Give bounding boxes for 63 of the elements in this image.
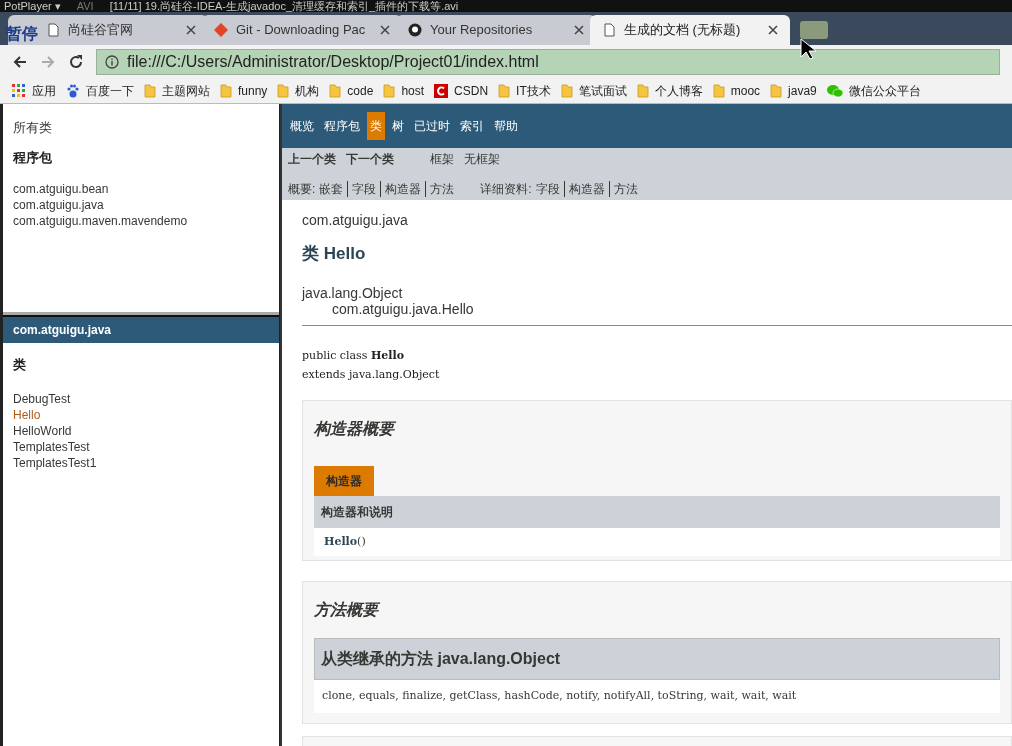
subnav-link[interactable]: 下一个类 — [346, 150, 394, 168]
nav-tab[interactable]: 索引 — [457, 112, 487, 140]
bookmark-item[interactable]: funny — [220, 81, 268, 100]
hierarchy-item: com.atguigu.java.Hello — [332, 300, 475, 317]
section-heading: 构造器概要 — [314, 418, 397, 439]
bookmark-item[interactable]: code — [329, 81, 374, 100]
nav-tab[interactable]: 程序包 — [321, 112, 363, 140]
browser-tab[interactable]: 生成的文档 (无标题) — [590, 15, 790, 45]
declaration-line: public class Hello — [302, 347, 405, 364]
subnav-link[interactable]: 框架 — [430, 150, 454, 168]
subnav-link[interactable]: 上一个类 — [288, 150, 336, 168]
nav-tab[interactable]: 已过时 — [411, 112, 453, 140]
bookmark-item[interactable]: 笔试面试 — [560, 81, 627, 100]
subnav-link[interactable]: 无框架 — [464, 150, 500, 168]
declaration-line: extends java.lang.Object — [302, 366, 441, 383]
section-heading: 类 — [12, 356, 27, 374]
app-name: PotPlayer ▾ — [4, 0, 61, 12]
constructor-link[interactable]: Hello — [324, 534, 358, 548]
bookmark-item[interactable]: mooc — [712, 81, 761, 100]
bookmark-item[interactable]: IT技术 — [498, 81, 551, 100]
parameter-list: () — [357, 534, 366, 548]
frame-title: com.atguigu.java — [3, 315, 279, 343]
section-heading: 程序包 — [13, 148, 53, 167]
class-link[interactable]: DebugTest — [3, 390, 279, 407]
subnav-link[interactable]: 字段 — [352, 180, 377, 198]
subnav-label: 详细资料: — [480, 181, 532, 198]
subnav-link[interactable]: 嵌套 — [319, 180, 344, 198]
bookmark-item[interactable]: 主题网站 — [144, 81, 210, 100]
format-label: AVI — [76, 0, 94, 12]
subnav-link[interactable]: 构造器 — [568, 180, 605, 198]
column-header: 构造器和说明 — [314, 495, 1000, 528]
bookmark-item[interactable]: 百度一下 — [66, 81, 134, 100]
inherited-methods-list: clone, equals, finalize, getClass, hashCode, notify, notifyAll, toString, wait, wait, wait — [314, 680, 1000, 713]
bookmark-item[interactable]: 个人博客 — [636, 81, 703, 100]
bookmark-item[interactable]: 机构 — [277, 81, 320, 100]
class-link[interactable]: TemplatesTest — [3, 438, 279, 455]
class-title: 类 Hello — [302, 243, 367, 265]
nav-tab[interactable]: 树 — [389, 112, 407, 140]
package-link[interactable]: com.atguigu.bean — [13, 181, 269, 197]
address-field[interactable]: file:///C:/Users/Administrator/Desktop/Project01/index.html — [96, 48, 1000, 75]
subnav-link[interactable]: 字段 — [535, 180, 560, 198]
video-title: [11/11] 19.尚硅谷-IDEA-生成javadoc_清理缓存和索引_插件的下载等.avi — [109, 0, 459, 12]
class-link[interactable]: TemplatesTest1 — [3, 454, 279, 471]
bookmark-item[interactable]: java9 — [770, 81, 817, 100]
section-heading: 方法概要 — [314, 600, 381, 620]
subnav-link[interactable]: 方法 — [430, 180, 455, 198]
inherited-methods-title: 从类继承的方法 java.lang.Object — [314, 638, 1000, 680]
bookmark-item[interactable]: 应用 — [12, 81, 56, 100]
package-link[interactable]: com.atguigu.maven.mavendemo — [13, 213, 269, 229]
subnav-link[interactable]: 构造器 — [385, 180, 422, 198]
class-link[interactable]: HelloWorld — [3, 422, 279, 439]
package-name: com.atguigu.java — [302, 211, 409, 230]
hierarchy-item: java.lang.Object — [302, 284, 404, 301]
subnav-label: 概要: — [288, 181, 316, 198]
subnav-link[interactable]: 方法 — [613, 180, 638, 198]
nav-tab[interactable]: 概览 — [287, 112, 317, 140]
bookmark-item[interactable]: 微信公众平台 — [826, 81, 921, 100]
frame-link[interactable]: 所有类 — [13, 118, 269, 138]
class-link[interactable]: Hello — [3, 406, 279, 423]
bookmark-item[interactable]: CSDN — [434, 81, 489, 100]
package-link[interactable]: com.atguigu.java — [13, 197, 269, 213]
nav-tab[interactable]: 帮助 — [491, 112, 521, 140]
bookmark-item[interactable]: host — [383, 81, 425, 100]
